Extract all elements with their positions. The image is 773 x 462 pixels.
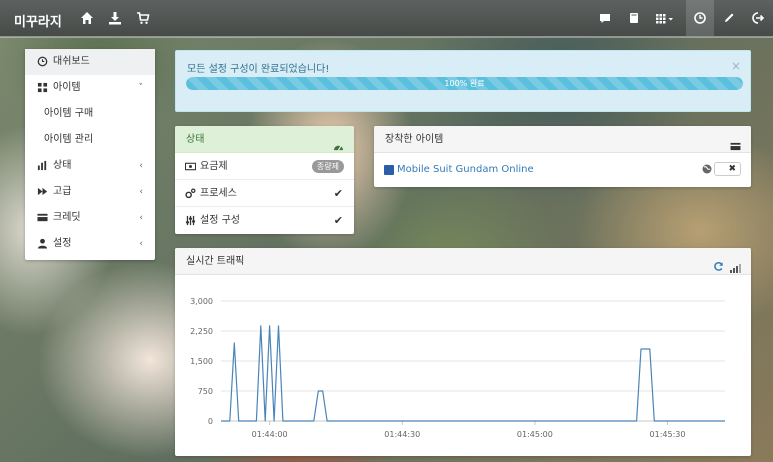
sidebar-item-label: 설정 — [53, 238, 72, 249]
user-icon — [37, 238, 49, 250]
check-icon: ✔ — [333, 187, 343, 200]
y-tick-label: 0 — [208, 417, 213, 426]
sidebar-item-credit[interactable]: 크레딧 ‹ — [25, 205, 155, 231]
sidebar-item-label: 상태 — [53, 160, 72, 171]
unequip-toggle[interactable]: ✖ — [714, 162, 741, 176]
sidebar-item-label: 크레딧 — [53, 212, 81, 223]
sidebar-item-items[interactable]: 아이템 ˅ — [25, 75, 155, 101]
book-icon[interactable] — [626, 10, 642, 26]
grid-icon[interactable] — [654, 10, 676, 26]
sidebar-item-label: 대쉬보드 — [53, 56, 90, 67]
game-icon — [384, 165, 394, 175]
traffic-panel-title: 실시간 트래픽 — [186, 256, 245, 267]
traffic-series-line — [221, 325, 725, 422]
clock-button[interactable] — [686, 0, 714, 36]
x-tick-label: 01:44:30 — [384, 430, 420, 439]
credit-card-icon — [730, 135, 741, 151]
setup-progress-bar: 100% 완료 — [186, 77, 743, 90]
check-icon: ✔ — [333, 214, 343, 227]
cogs-icon — [185, 188, 196, 199]
dashboard-icon — [37, 56, 49, 68]
progress-fill: 100% 완료 — [186, 77, 743, 90]
sidebar-item-status[interactable]: 상태 ‹ — [25, 153, 155, 179]
status-row-config: 설정 구성 ✔ — [175, 207, 354, 234]
chevron-down-icon: ˅ — [138, 83, 144, 93]
realtime-traffic-panel: 실시간 트래픽 0 750 1,500 2,250 3,000 01:44:00 01:44… — [175, 248, 751, 456]
status-panel-title: 상태 — [186, 134, 205, 145]
alert-message: 모든 설정 구성이 완료되었습니다! — [187, 64, 330, 75]
download-icon[interactable] — [107, 10, 123, 26]
status-badge: 종량제 — [311, 160, 344, 173]
money-icon — [185, 161, 196, 172]
sidebar-subitem-manage[interactable]: 아이템 관리 — [25, 127, 155, 153]
bar-chart-icon — [37, 160, 49, 172]
items-icon — [37, 82, 49, 94]
fast-forward-icon — [37, 186, 49, 198]
sidebar-item-label: 아이템 — [53, 82, 81, 93]
y-tick-label: 750 — [198, 387, 213, 396]
credit-card-icon — [37, 212, 49, 224]
equipped-items-panel: 장착한 아이템 Mobile Suit Gundam Online ✖ — [374, 126, 751, 187]
chat-icon[interactable] — [597, 10, 613, 26]
sidebar-item-label: 고급 — [53, 186, 72, 197]
equipped-item-link[interactable]: Mobile Suit Gundam Online — [397, 164, 534, 175]
equipped-panel-header: 장착한 아이템 — [374, 126, 751, 153]
close-icon[interactable]: × — [731, 59, 741, 73]
x-tick-label: 01:44:00 — [252, 430, 288, 439]
equipped-panel-title: 장착한 아이템 — [385, 134, 444, 145]
x-tick-label: 01:45:00 — [517, 430, 553, 439]
status-panel-header: 상태 — [175, 126, 354, 153]
sidebar-item-settings[interactable]: 설정 ‹ — [25, 231, 155, 257]
y-tick-label: 1,500 — [190, 357, 213, 366]
sidebar-subitem-buy[interactable]: 아이템 구매 — [25, 101, 155, 127]
globe-icon[interactable] — [701, 163, 713, 175]
y-tick-label: 2,250 — [190, 327, 213, 336]
logout-icon[interactable] — [749, 10, 765, 26]
x-tick-label: 01:45:30 — [650, 430, 686, 439]
status-row-label: 요금제 — [200, 161, 228, 172]
home-icon[interactable] — [79, 10, 95, 26]
chevron-left-icon: ‹ — [139, 239, 143, 249]
setup-complete-alert: 모든 설정 구성이 완료되었습니다! × 100% 완료 — [175, 50, 751, 112]
traffic-chart: 0 750 1,500 2,250 3,000 01:44:00 01:44:30 01:45… — [190, 297, 725, 439]
sliders-icon — [185, 215, 196, 226]
equipped-item-row: Mobile Suit Gundam Online ✖ — [374, 153, 751, 186]
brand-logo[interactable]: 미꾸라지 — [14, 11, 62, 30]
chevron-left-icon: ‹ — [139, 187, 143, 197]
chevron-left-icon: ‹ — [139, 161, 143, 171]
top-navbar: 미꾸라지 — [0, 0, 773, 37]
refresh-icon[interactable] — [713, 256, 724, 271]
pencil-icon[interactable] — [721, 10, 737, 26]
chevron-left-icon: ‹ — [139, 213, 143, 223]
y-tick-label: 3,000 — [190, 297, 213, 306]
status-row-process: 프로세스 ✔ — [175, 180, 354, 207]
traffic-panel-header: 실시간 트래픽 — [175, 248, 751, 275]
dashboard-gauge-icon — [333, 135, 344, 151]
sidebar-item-advanced[interactable]: 고급 ‹ — [25, 179, 155, 205]
status-panel: 상태 요금제 종량제 프로세스 ✔ 설정 구성 ✔ — [175, 126, 354, 234]
status-row-plan: 요금제 종량제 — [175, 153, 354, 180]
status-row-label: 프로세스 — [200, 188, 237, 199]
sidebar-item-dashboard[interactable]: 대쉬보드 — [25, 49, 155, 75]
status-row-label: 설정 구성 — [200, 215, 240, 226]
cart-icon[interactable] — [135, 10, 151, 26]
sidebar-menu: 대쉬보드 아이템 ˅ 아이템 구매 아이템 관리 상태 ‹ 고급 ‹ 크레딧 ‹… — [25, 49, 155, 260]
clock-icon — [692, 10, 708, 26]
signal-icon — [729, 257, 741, 273]
